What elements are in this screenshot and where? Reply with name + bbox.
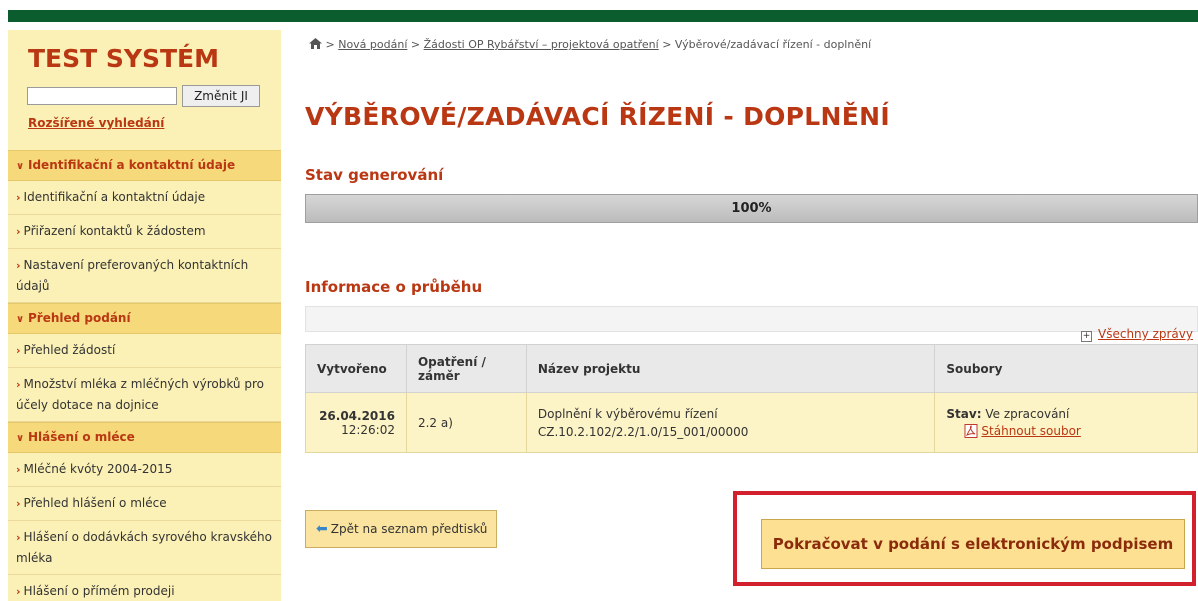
messages-bar [305, 306, 1198, 332]
col-created: Vytvořeno [305, 344, 407, 393]
search-input[interactable] [27, 87, 177, 105]
sidebar: TEST SYSTÉM Změnit JI Rozšířené vyhledán… [8, 30, 281, 601]
sidebar-item[interactable]: › Přehled hlášení o mléce [8, 487, 281, 521]
chevron-down-icon: ∨ [16, 314, 25, 325]
download-file-link[interactable]: Stáhnout soubor [981, 424, 1080, 438]
chevron-right-icon: › [16, 497, 21, 510]
table-row: 26.04.2016 12:26:02 2.2 a) Doplnění k vý… [305, 392, 1198, 453]
sidebar-item[interactable]: › Hlášení o dodávkách syrového kravského … [8, 521, 281, 575]
breadcrumb-current: Výběrové/zadávací řízení - doplnění [674, 38, 872, 51]
sidebar-item[interactable]: › Nastavení preferovaných kontaktních úda… [8, 249, 281, 303]
col-project-name: Název projektu [525, 344, 936, 393]
pdf-icon [964, 424, 978, 438]
app-logo[interactable]: TEST SYSTÉM [28, 44, 219, 73]
top-bar-stripe [8, 10, 1198, 22]
back-to-list-button[interactable]: ⬅ Zpět na seznam předtisků [305, 510, 497, 548]
sidebar-category[interactable]: ∨ Identifikační a kontaktní údaje [8, 150, 281, 181]
chevron-right-icon: › [16, 378, 21, 391]
chevron-right-icon: › [16, 225, 21, 238]
sidebar-item[interactable]: › Hlášení o přímém prodeji [8, 575, 281, 601]
table-header-row: Vytvořeno Opatření / záměr Název projekt… [305, 344, 1198, 393]
breadcrumb-link-new-submissions[interactable]: Nová podání [338, 38, 407, 51]
sidebar-item[interactable]: › Přehled žádostí [8, 334, 281, 368]
chevron-down-icon: ∨ [16, 433, 25, 444]
change-ji-button[interactable]: Změnit JI [182, 85, 260, 107]
sidebar-item[interactable]: › Přiřazení kontaktů k žádostem [8, 215, 281, 249]
page-title: VÝBĚROVÉ/ZADÁVACÍ ŘÍZENÍ - DOPLNĚNÍ [305, 102, 890, 131]
sidebar-category[interactable]: ∨ Hlášení o mléce [8, 422, 281, 453]
continue-signature-button[interactable]: Pokračovat v podání s elektronickým podp… [761, 519, 1185, 569]
expand-icon: + [1081, 331, 1092, 342]
chevron-right-icon: › [16, 344, 21, 357]
all-messages-link[interactable]: + Všechny zprávy [1081, 327, 1193, 342]
sidebar-menu: ∨ Identifikační a kontaktní údaje › Identif… [8, 150, 281, 601]
chevron-right-icon: › [16, 463, 21, 476]
status-value: Ve zpracování [985, 407, 1070, 421]
home-icon[interactable] [309, 38, 322, 49]
progress-bar: 100% [305, 194, 1198, 223]
sidebar-item[interactable]: › Identifikační a kontaktní údaje [8, 181, 281, 215]
arrow-left-icon: ⬅ [316, 521, 328, 537]
sidebar-item[interactable]: › Množství mléka z mléčných výrobků pro ú… [8, 368, 281, 422]
top-bar [0, 0, 1198, 22]
progress-label: 100% [731, 201, 772, 216]
generation-heading: Stav generování [305, 166, 444, 184]
breadcrumb: > Nová podání > Žádosti OP Rybářství – p… [309, 38, 871, 51]
submissions-table: Vytvořeno Opatření / záměr Název projekt… [305, 344, 1198, 453]
chevron-down-icon: ∨ [16, 161, 25, 172]
col-files: Soubory [934, 344, 1198, 393]
chevron-right-icon: › [16, 191, 21, 204]
col-measure: Opatření / záměr [405, 344, 527, 393]
breadcrumb-link-op-fisheries[interactable]: Žádosti OP Rybářství – projektová opatře… [424, 38, 659, 51]
sidebar-category[interactable]: ∨ Přehled podání [8, 303, 281, 334]
chevron-right-icon: › [16, 259, 21, 272]
advanced-search-link[interactable]: Rozšířené vyhledání [28, 116, 164, 130]
cell-measure: 2.2 a) [405, 392, 527, 453]
cell-project: Doplnění k výběrovému řízení CZ.10.2.102… [525, 392, 936, 453]
chevron-right-icon: › [16, 531, 21, 544]
cell-created: 26.04.2016 12:26:02 [305, 392, 407, 453]
info-heading: Informace o průběhu [305, 278, 483, 296]
chevron-right-icon: › [16, 585, 21, 598]
cell-files: Stav: Ve zpracování Stáhnout soubor [934, 392, 1198, 453]
sidebar-item[interactable]: › Mléčné kvóty 2004-2015 [8, 453, 281, 487]
